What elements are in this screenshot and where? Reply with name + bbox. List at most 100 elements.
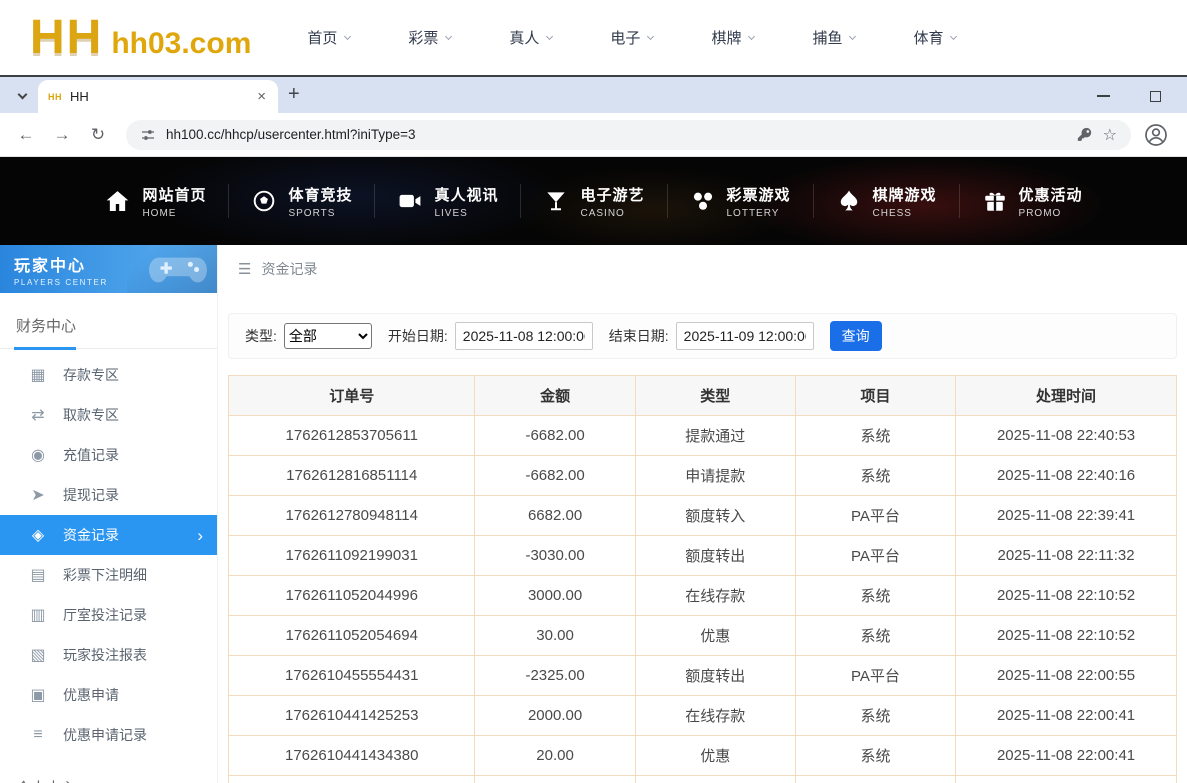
table-cell: -6682.00 — [475, 456, 635, 496]
table-cell: 2025-11-08 22:00:55 — [956, 656, 1177, 696]
sidebar-item[interactable]: ▦ 存款专区 — [0, 355, 217, 395]
sidebar-item[interactable]: ◉充值记录 — [0, 435, 217, 475]
table-cell: 1762610455554431 — [229, 656, 475, 696]
profile-avatar-icon[interactable] — [1141, 120, 1171, 150]
sidebar-item[interactable]: ▥厅室投注记录 — [0, 595, 217, 635]
players-center-text: 玩家中心 PLAYERS CENTER — [14, 252, 108, 287]
top-nav-item[interactable]: 捕鱼 — [812, 27, 855, 48]
table-cell: -6682.00 — [475, 416, 635, 456]
deposit-icon: ▦ — [28, 365, 48, 385]
sidebar-item[interactable]: ▤彩票下注明细 — [0, 555, 217, 595]
page: HH hh03.com 首页 彩票 真人 电子 棋牌 捕鱼 体育 HH HH × + ← →… — [0, 0, 1187, 783]
content: 玩家中心 PLAYERS CENTER 财务中心 ▦存款专区⇄取款专区◉充值记录… — [0, 245, 1187, 783]
main-nav-item[interactable]: 电子游艺CASINO — [521, 184, 666, 219]
table-cell: 系统 — [795, 576, 955, 616]
chevron-down-icon — [849, 32, 856, 39]
sidebar-item[interactable]: ⇄取款专区 — [0, 395, 217, 435]
main-nav-text: 电子游艺CASINO — [580, 184, 644, 219]
table-cell: 6682.00 — [475, 496, 635, 536]
sidebar-item[interactable]: ➤提现记录 — [0, 475, 217, 515]
top-nav-item[interactable]: 体育 — [913, 27, 956, 48]
top-nav-item[interactable]: 首页 — [307, 27, 350, 48]
casino-icon — [543, 188, 569, 214]
sidebar-item-label: 资金记录 — [63, 525, 119, 545]
window-maximize-button[interactable] — [1145, 86, 1165, 106]
start-date-input[interactable] — [455, 322, 593, 350]
promo-apply-record-icon: ≡ — [28, 726, 48, 744]
table-cell: 20.00 — [475, 736, 635, 776]
table-cell: 2025-11-08 22:00:41 — [956, 696, 1177, 736]
type-select[interactable]: 全部 — [284, 323, 372, 349]
table-row: 17626104414252532000.00在线存款系统2025-11-08 … — [229, 696, 1177, 736]
maximize-icon — [1150, 91, 1161, 102]
table-cell: 优惠 — [635, 616, 795, 656]
table-cell — [795, 776, 955, 783]
main-nav-text: 真人视讯LIVES — [434, 184, 498, 219]
sidebar-item[interactable]: ◈资金记录› — [0, 515, 217, 555]
funds-table: 订单号金额类型项目处理时间 1762612853705611-6682.00提款… — [228, 375, 1177, 783]
sidebar-item[interactable]: ≡优惠申请记录 — [0, 715, 217, 755]
table-cell: PA平台 — [795, 536, 955, 576]
top-nav-item[interactable]: 电子 — [610, 27, 653, 48]
chess-icon — [836, 188, 862, 214]
chevron-down-icon — [748, 32, 755, 39]
main-site-nav: 网站首页HOME体育竞技SPORTS 真人视讯LIVES 电子游艺CASINO 彩票游… — [0, 157, 1187, 245]
new-tab-button[interactable]: + — [288, 83, 300, 106]
main-nav-item[interactable]: 体育竞技SPORTS — [229, 184, 374, 219]
end-date-label: 结束日期: — [609, 326, 669, 346]
table-cell: 在线存款 — [635, 576, 795, 616]
top-nav-label: 体育 — [913, 27, 943, 48]
top-nav-label: 首页 — [307, 27, 337, 48]
sidebar-item[interactable]: ▧玩家投注报表 — [0, 635, 217, 675]
table-cell: 1762612780948114 — [229, 496, 475, 536]
address-bar[interactable]: hh100.cc/hhcp/usercenter.html?iniType=3 … — [126, 120, 1131, 150]
main-nav-label-en: SPORTS — [288, 208, 352, 219]
sidebar-item-label: 厅室投注记录 — [63, 605, 147, 625]
hamburger-icon: ☰ — [238, 260, 251, 278]
window-minimize-button[interactable] — [1093, 86, 1113, 106]
reload-icon[interactable]: ↻ — [82, 119, 114, 151]
column-header: 处理时间 — [956, 376, 1177, 416]
browser-tab[interactable]: HH HH × — [38, 80, 278, 113]
column-header: 项目 — [795, 376, 955, 416]
table-cell: 2025-11-08 22:40:53 — [956, 416, 1177, 456]
search-button[interactable]: 查询 — [830, 321, 882, 351]
table-cell: 系统 — [795, 456, 955, 496]
main-nav-label-cn: 彩票游戏 — [727, 184, 791, 205]
table-row: 17626110520449963000.00在线存款系统2025-11-08 … — [229, 576, 1177, 616]
site-info-icon[interactable] — [140, 127, 156, 143]
forward-icon[interactable]: → — [46, 119, 78, 151]
table-cell: 1762610441434380 — [229, 736, 475, 776]
chevron-down-icon — [17, 89, 27, 99]
site-logo[interactable]: HH hh03.com — [30, 10, 251, 65]
tab-search-button[interactable] — [8, 81, 36, 109]
table-cell: 1762610441425253 — [229, 696, 475, 736]
main-nav-item[interactable]: 棋牌游戏CHESS — [814, 184, 959, 219]
bookmark-star-icon[interactable]: ☆ — [1103, 125, 1117, 145]
password-key-icon[interactable] — [1076, 126, 1093, 143]
sidebar-item-label: 存款专区 — [63, 365, 119, 385]
table-cell: 2025-11-08 22:00:41 — [956, 736, 1177, 776]
table-cell: 申请提款 — [635, 456, 795, 496]
window-controls — [1093, 79, 1165, 113]
main-nav-label-cn: 电子游艺 — [580, 184, 644, 205]
sidebar-item[interactable]: ▣优惠申请 — [0, 675, 217, 715]
main-nav-item[interactable]: 彩票游戏LOTTERY — [668, 184, 813, 219]
table-cell — [475, 776, 635, 783]
top-nav-item[interactable]: 真人 — [509, 27, 552, 48]
main-nav-item[interactable]: 真人视讯LIVES — [375, 184, 520, 219]
back-icon[interactable]: ← — [10, 119, 42, 151]
top-nav-item[interactable]: 彩票 — [408, 27, 451, 48]
table-cell: 2025-11-08 22:10:52 — [956, 616, 1177, 656]
table-cell: 2000.00 — [475, 696, 635, 736]
tab-close-icon[interactable]: × — [255, 88, 268, 105]
table-cell: 在线存款 — [635, 696, 795, 736]
table-cell: PA平台 — [795, 656, 955, 696]
main-nav-item[interactable]: 优惠活动PROMO — [960, 184, 1105, 219]
main-nav-item[interactable]: 网站首页HOME — [82, 184, 228, 219]
top-nav-item[interactable]: 棋牌 — [711, 27, 754, 48]
end-date-input[interactable] — [676, 322, 814, 350]
column-header: 类型 — [635, 376, 795, 416]
table-cell: 2025-11-08 22:10:52 — [956, 576, 1177, 616]
url-text: hh100.cc/hhcp/usercenter.html?iniType=3 — [166, 127, 1066, 142]
